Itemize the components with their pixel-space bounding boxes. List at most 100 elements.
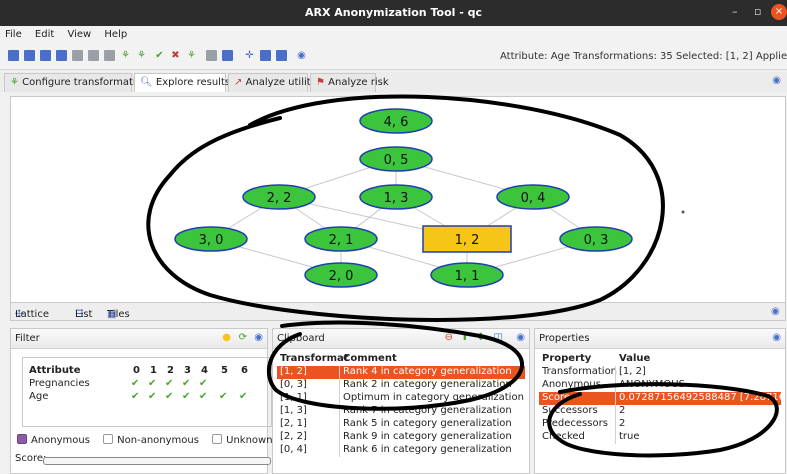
close-button[interactable]: × bbox=[771, 4, 787, 20]
level-check-icon[interactable]: ✔ bbox=[131, 378, 139, 389]
filter-header-cell: 2 bbox=[167, 365, 174, 376]
window-title: ARX Anonymization Tool - qc bbox=[304, 6, 483, 19]
level-check-icon[interactable]: ✔ bbox=[148, 378, 156, 389]
level-check-icon[interactable]: ✔ bbox=[165, 391, 173, 402]
export-data-icon[interactable] bbox=[88, 50, 99, 61]
save-as-icon[interactable] bbox=[56, 50, 67, 61]
tab-explore-results[interactable]: 🔍︎ Explore results bbox=[134, 73, 230, 92]
view-icon[interactable] bbox=[222, 50, 233, 61]
comment-header[interactable]: Comment bbox=[343, 353, 397, 364]
refresh-icon[interactable]: ⟳ bbox=[239, 332, 247, 343]
move-up-icon[interactable]: ⬆ bbox=[461, 332, 469, 343]
find-icon[interactable] bbox=[206, 50, 217, 61]
anonymize-icon[interactable]: ⚘ bbox=[120, 50, 131, 61]
grid-icon[interactable] bbox=[276, 50, 287, 61]
level-check-icon[interactable]: ✔ bbox=[199, 391, 207, 402]
lattice-node[interactable]: 4, 6 bbox=[359, 108, 433, 134]
comment-cell: Rank 7 in category generalization bbox=[343, 405, 512, 416]
transformation-header[interactable]: Transformat bbox=[280, 353, 349, 364]
tree-icon[interactable]: ⚘ bbox=[186, 50, 197, 61]
menu-help[interactable]: Help bbox=[99, 26, 132, 43]
remove-icon[interactable]: ⊖ bbox=[445, 332, 453, 343]
table-row[interactable]: [0, 4] Rank 6 in category generalization bbox=[277, 444, 525, 457]
level-check-icon[interactable]: ✔ bbox=[182, 378, 190, 389]
value-header[interactable]: Value bbox=[619, 353, 650, 364]
lattice-node[interactable]: 1, 3 bbox=[359, 184, 433, 210]
filter-attribute-name: Pregnancies bbox=[29, 378, 90, 389]
tab-analyze-utility[interactable]: ↗ Analyze utility bbox=[228, 73, 317, 92]
table-row[interactable]: Checked true bbox=[539, 431, 781, 444]
crosshair-icon[interactable]: ✛ bbox=[244, 50, 255, 61]
level-check-icon[interactable]: ✔ bbox=[165, 378, 173, 389]
lattice-node[interactable]: 0, 3 bbox=[559, 226, 633, 252]
level-check-icon[interactable]: ✔ bbox=[131, 391, 139, 402]
lattice-node[interactable]: 0, 5 bbox=[359, 146, 433, 172]
transform-icon[interactable]: ⚘ bbox=[136, 50, 147, 61]
table-row[interactable]: Score 0.07287156492588487 [7.28716%] bbox=[539, 392, 781, 405]
non-anonymous-checkbox[interactable]: Non-anonymous bbox=[103, 434, 199, 446]
clipboard-help-icon[interactable]: ◉ bbox=[516, 332, 525, 343]
new-project-icon[interactable] bbox=[8, 50, 19, 61]
lattice-node-selected[interactable]: 1, 2 bbox=[422, 225, 512, 253]
lattice-graph[interactable]: 4, 6 0, 5 2, 2 1, 3 0, 4 3, 0 2, 1 1, 2 0, 3 2, 0… bbox=[11, 97, 787, 304]
transformation-cell: [1, 1] bbox=[280, 392, 307, 403]
hierarchy-icon[interactable] bbox=[104, 50, 115, 61]
lattice-node[interactable]: 3, 0 bbox=[174, 226, 248, 252]
maximize-button[interactable]: ▫ bbox=[754, 5, 761, 18]
lattice-node-label: 1, 2 bbox=[455, 233, 480, 248]
table-row[interactable]: Anonymous ANONYMOUS bbox=[539, 379, 781, 392]
level-check-icon[interactable]: ✔ bbox=[219, 391, 227, 402]
reset-x-icon[interactable]: ✖ bbox=[170, 50, 181, 61]
score-slider[interactable] bbox=[43, 457, 271, 465]
table-row[interactable]: Predecessors 2 bbox=[539, 418, 781, 431]
subtabs-help-icon[interactable]: ◉ bbox=[771, 306, 780, 317]
lattice-node[interactable]: 2, 2 bbox=[242, 184, 316, 210]
menu-file[interactable]: File bbox=[0, 26, 27, 43]
lattice-node-label: 0, 4 bbox=[521, 191, 546, 206]
menu-edit[interactable]: Edit bbox=[30, 26, 59, 43]
lattice-node-label: 2, 2 bbox=[267, 191, 292, 206]
move-down-icon[interactable]: ⬇ bbox=[477, 332, 485, 343]
save-project-icon[interactable] bbox=[40, 50, 51, 61]
table-row[interactable]: [2, 1] Rank 5 in category generalization bbox=[277, 418, 525, 431]
open-project-icon[interactable] bbox=[24, 50, 35, 61]
lattice-node[interactable]: 2, 1 bbox=[304, 226, 378, 252]
sort-icon[interactable]: ◫ bbox=[494, 332, 503, 343]
minimize-button[interactable]: – bbox=[732, 5, 738, 18]
property-header[interactable]: Property bbox=[542, 353, 591, 364]
lattice-view[interactable]: 4, 6 0, 5 2, 2 1, 3 0, 4 3, 0 2, 1 1, 2 0, 3 2, 0… bbox=[10, 96, 786, 303]
unknown-checkbox[interactable]: Unknown bbox=[212, 434, 273, 446]
anonymous-checkbox[interactable]: Anonymous bbox=[17, 434, 90, 446]
tab-analyze-risk[interactable]: ⚑ Analyze risk bbox=[310, 73, 389, 92]
table-row[interactable]: [2, 2] Rank 9 in category generalization bbox=[277, 431, 525, 444]
help-icon[interactable]: ◉ bbox=[296, 50, 307, 61]
transformation-cell: [2, 1] bbox=[280, 418, 307, 429]
import-data-icon[interactable] bbox=[72, 50, 83, 61]
tab-configure-transformation[interactable]: ⚘ Configure transformation bbox=[4, 73, 148, 92]
table-row[interactable]: Successors 2 bbox=[539, 405, 781, 418]
comment-cell: Rank 9 in category generalization bbox=[343, 431, 512, 442]
lattice-node[interactable]: 2, 0 bbox=[304, 262, 378, 288]
clipboard-panel: Clipboard ⊖ ⬆ ⬇ ◫ ◉ Transformat Comment [1… bbox=[272, 328, 530, 474]
lattice-marker bbox=[681, 210, 685, 214]
table-icon[interactable] bbox=[260, 50, 271, 61]
menu-view[interactable]: View bbox=[62, 26, 96, 43]
level-check-icon[interactable]: ✔ bbox=[182, 391, 190, 402]
lattice-node[interactable]: 1, 1 bbox=[430, 262, 504, 288]
properties-help-icon[interactable]: ◉ bbox=[772, 332, 781, 343]
table-row[interactable]: Transformation [1, 2] bbox=[539, 366, 781, 379]
table-header: Property Value bbox=[539, 353, 781, 366]
table-row[interactable]: [1, 2] Rank 4 in category generalization bbox=[277, 366, 525, 379]
table-row[interactable]: [0, 3] Rank 2 in category generalization bbox=[277, 379, 525, 392]
level-check-icon[interactable]: ✔ bbox=[239, 391, 247, 402]
table-row[interactable]: [1, 1] Optimum in category generalization bbox=[277, 392, 525, 405]
level-check-icon[interactable]: ✔ bbox=[199, 378, 207, 389]
score-label: Score: bbox=[15, 453, 47, 464]
tabs-help-icon[interactable]: ◉ bbox=[772, 75, 781, 86]
lattice-node[interactable]: 0, 4 bbox=[496, 184, 570, 210]
filter-help-icon[interactable]: ◉ bbox=[254, 332, 263, 343]
level-check-icon[interactable]: ✔ bbox=[148, 391, 156, 402]
apply-check-icon[interactable]: ✔ bbox=[154, 50, 165, 61]
lattice-node-label: 0, 5 bbox=[384, 153, 409, 168]
table-row[interactable]: [1, 3] Rank 7 in category generalization bbox=[277, 405, 525, 418]
